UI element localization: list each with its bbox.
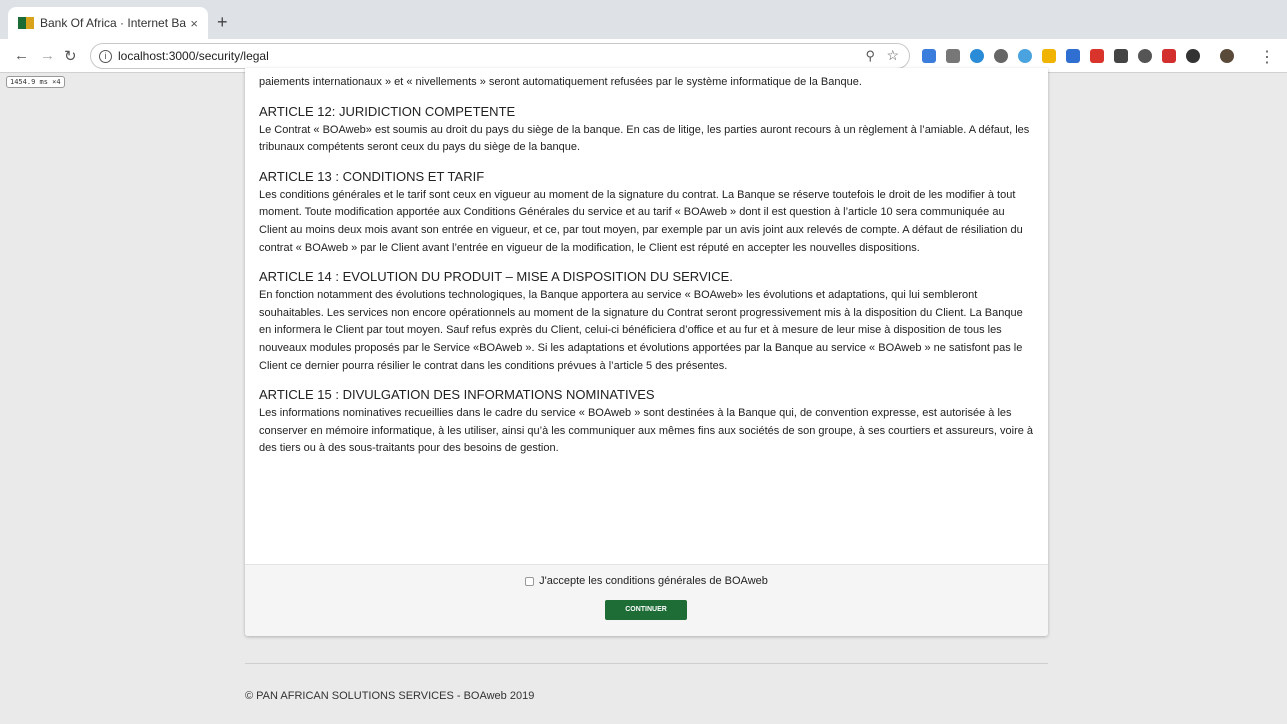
render-timing-badge: 1454.9 ms ×4 [6, 76, 65, 88]
article-12-title: ARTICLE 12: JURIDICTION COMPETENTE [259, 103, 516, 119]
article-12-text: Le Contrat « BOAweb» est soumis au droit… [259, 123, 1030, 154]
copyright-text: © PAN AFRICAN SOLUTIONS SERVICES - BOAwe… [245, 690, 535, 702]
accept-panel: J'accepte les conditions générales de BO… [245, 564, 1048, 636]
article-13-text: Les conditions générales et le tarif son… [259, 188, 1023, 254]
extension-icon[interactable] [1042, 49, 1056, 63]
legal-text: paiements internationaux » et « nivellem… [245, 68, 1048, 458]
extension-icon[interactable] [1138, 49, 1152, 63]
extension-icon[interactable] [994, 49, 1008, 63]
article-14-text: En fonction notamment des évolutions tec… [259, 289, 1023, 372]
article-14-title: ARTICLE 14 : EVOLUTION DU PRODUIT – MISE… [259, 269, 733, 285]
new-tab-icon[interactable]: + [217, 12, 228, 33]
browser-tab[interactable]: Bank Of Africa · Internet Bankin × [8, 7, 208, 39]
boa-favicon-icon [18, 17, 34, 29]
profile-avatar[interactable] [1220, 49, 1234, 63]
extension-icon[interactable] [946, 49, 960, 63]
forward-arrow-icon[interactable]: → [40, 47, 55, 64]
extension-icon[interactable] [1114, 49, 1128, 63]
address-bar[interactable]: i localhost:3000/security/legal ⚲ ☆ [90, 43, 910, 69]
tab-title: Bank Of Africa · Internet Bankin [40, 16, 187, 30]
tab-close-icon[interactable]: × [190, 16, 198, 31]
article-15-text: Les informations nominatives recueillies… [259, 407, 1034, 455]
footer-divider [245, 663, 1048, 664]
extension-icon[interactable] [1186, 49, 1200, 63]
browser-tabbar: Bank Of Africa · Internet Bankin × + [0, 0, 1287, 39]
accept-terms-checkbox[interactable] [525, 576, 535, 586]
extension-icon[interactable] [970, 49, 984, 63]
url-text: localhost:3000/security/legal [118, 49, 269, 63]
extension-icon[interactable] [1066, 49, 1080, 63]
reload-icon[interactable]: ↻ [64, 47, 77, 65]
legal-card: paiements internationaux » et « nivellem… [245, 68, 1048, 636]
browser-menu-icon[interactable]: ⋮ [1259, 47, 1275, 67]
back-arrow-icon[interactable]: ← [14, 47, 29, 64]
accept-terms-row[interactable]: J'accepte les conditions générales de BO… [245, 575, 1048, 587]
extension-icon[interactable] [1018, 49, 1032, 63]
extension-icon[interactable] [1090, 49, 1104, 63]
zoom-icon[interactable]: ⚲ [865, 48, 875, 64]
article-13-title: ARTICLE 13 : CONDITIONS ET TARIF [259, 168, 485, 184]
extension-icon[interactable] [922, 49, 936, 63]
extension-icon[interactable] [1162, 49, 1176, 63]
article-15-title: ARTICLE 15 : DIVULGATION DES INFORMATION… [259, 387, 655, 403]
accept-terms-label[interactable]: J'accepte les conditions générales de BO… [539, 575, 768, 587]
bookmark-star-icon[interactable]: ☆ [886, 47, 899, 64]
continue-button[interactable]: CONTINUER [605, 600, 687, 620]
site-info-icon[interactable]: i [99, 49, 112, 63]
legal-intro-tail: paiements internationaux » et « nivellem… [259, 76, 862, 88]
